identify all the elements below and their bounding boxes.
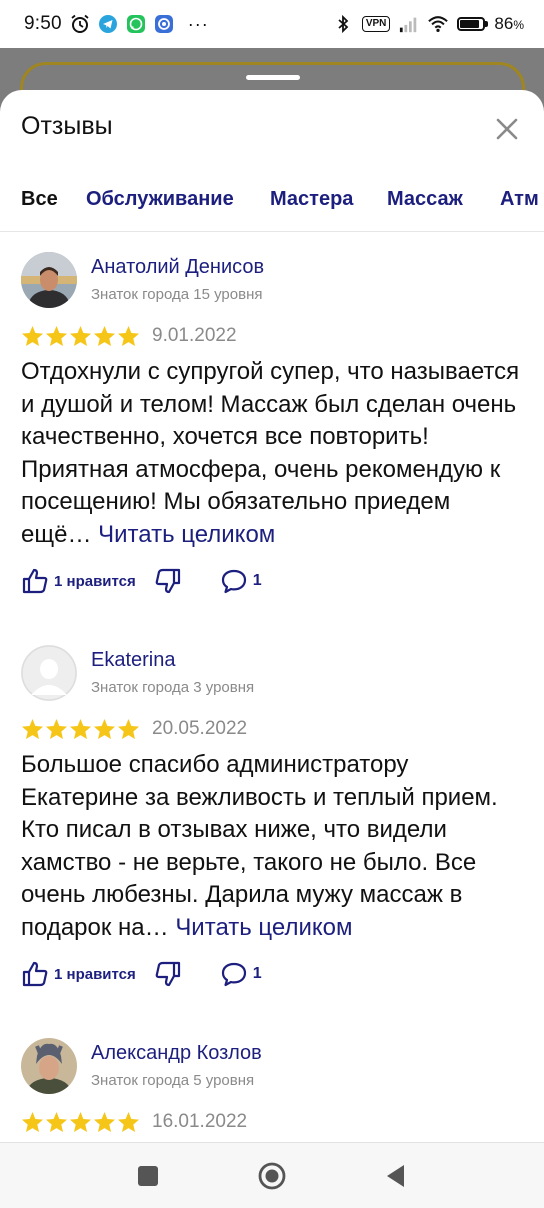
thumbs-down-icon [155, 568, 180, 594]
tab-masters[interactable]: Мастера [270, 188, 353, 211]
comments-button[interactable]: 1 [220, 567, 262, 595]
star-icon [69, 325, 92, 347]
thumbs-up-icon [22, 961, 48, 987]
star-icon [117, 718, 140, 740]
like-count: 1 нравится [54, 572, 136, 590]
thumbs-up-icon [22, 568, 48, 594]
star-icon [45, 325, 68, 347]
tab-massage[interactable]: Массаж [387, 188, 463, 211]
star-rating [21, 325, 140, 347]
sheet-header: Отзывы [0, 90, 544, 166]
read-more-link[interactable]: Читать целиком [175, 914, 352, 941]
more-dots-icon: ··· [187, 13, 209, 34]
status-bar: 9:50 ··· VPN 86% [0, 0, 544, 48]
alarm-icon [71, 14, 89, 33]
reviewer-level: Знаток города 15 уровня [91, 286, 263, 303]
review-date: 16.01.2022 [152, 1111, 248, 1132]
comment-icon [221, 962, 246, 987]
back-triangle-icon[interactable] [380, 1160, 412, 1192]
review-rating: 9.01.2022 [21, 322, 523, 350]
avatar[interactable] [21, 252, 77, 308]
whatsapp-icon [126, 15, 145, 33]
review-header: Александр Козлов Знаток города 5 уровня [21, 1036, 523, 1094]
review-actions: 1 нравится 1 [21, 956, 523, 992]
review-item: Анатолий Денисов Знаток города 15 уровня… [0, 250, 544, 643]
reviewer-level: Знаток города 5 уровня [91, 1072, 255, 1089]
star-icon [117, 1111, 140, 1133]
thumbs-down-icon [155, 961, 180, 987]
bluetooth-icon [338, 14, 349, 34]
star-rating [21, 1111, 140, 1133]
telegram-icon [98, 15, 117, 33]
star-icon [21, 325, 44, 347]
dislike-button[interactable] [154, 567, 182, 595]
star-icon [69, 1111, 92, 1133]
review-rating: 20.05.2022 [21, 715, 523, 743]
star-rating [21, 718, 140, 740]
comment-count: 1 [252, 965, 262, 982]
review-actions: 1 нравится 1 [21, 563, 523, 599]
comment-icon [221, 569, 246, 594]
recents-square-icon[interactable] [132, 1160, 164, 1192]
tab-all[interactable]: Все [21, 188, 58, 211]
tab-atmosphere[interactable]: Атм [500, 188, 539, 211]
star-icon [45, 718, 68, 740]
tab-service[interactable]: Обслуживание [86, 188, 234, 211]
star-icon [117, 325, 140, 347]
reviewer-name[interactable]: Александр Козлов [91, 1042, 262, 1065]
reviewer-name[interactable]: Анатолий Денисов [91, 256, 264, 279]
avatar-placeholder[interactable] [21, 645, 77, 701]
comment-count: 1 [252, 572, 262, 589]
star-icon [69, 718, 92, 740]
review-text: Отдохнули с супругой супер, что называет… [21, 356, 523, 551]
reviews-sheet: Отзывы Все Обслуживание Мастера Массаж А… [0, 90, 544, 1148]
reviewer-name[interactable]: Ekaterina [91, 649, 176, 672]
home-circle-icon[interactable] [256, 1160, 288, 1192]
status-right: VPN 86% [333, 14, 524, 34]
star-icon [93, 1111, 116, 1133]
review-date: 20.05.2022 [152, 718, 248, 739]
comments-button[interactable]: 1 [220, 960, 262, 988]
review-body: Большое спасибо администратору Екатерине… [21, 751, 498, 941]
battery-icon: 86% [457, 14, 524, 34]
star-icon [45, 1111, 68, 1133]
like-button[interactable]: 1 нравится [21, 960, 136, 988]
review-item: Ekaterina Знаток города 3 уровня 20.05.2… [0, 643, 544, 1036]
app-icon [154, 15, 173, 33]
reviewer-level: Знаток города 3 уровня [91, 679, 255, 696]
close-icon[interactable] [490, 112, 524, 146]
read-more-link[interactable]: Читать целиком [98, 521, 275, 548]
review-text: Большое спасибо администратору Екатерине… [21, 749, 523, 944]
review-body: Отдохнули с супругой супер, что называет… [21, 358, 520, 548]
signal-icon [400, 17, 417, 33]
system-nav-bar [0, 1142, 544, 1208]
review-tabs: Все Обслуживание Мастера Массаж Атм [0, 182, 544, 232]
avatar[interactable] [21, 1038, 77, 1094]
battery-percent: 86% [494, 14, 524, 33]
star-icon [21, 1111, 44, 1133]
status-time: 9:50 [24, 13, 62, 34]
review-header: Анатолий Денисов Знаток города 15 уровня [21, 250, 523, 308]
wifi-icon [428, 16, 449, 32]
sheet-drag-handle[interactable] [246, 75, 300, 80]
sheet-title: Отзывы [21, 112, 113, 140]
review-rating: 16.01.2022 [21, 1108, 523, 1136]
vpn-badge: VPN [361, 16, 391, 32]
review-date: 9.01.2022 [152, 325, 237, 346]
star-icon [21, 718, 44, 740]
dislike-button[interactable] [154, 960, 182, 988]
review-item: Александр Козлов Знаток города 5 уровня … [0, 1036, 544, 1136]
status-left: 9:50 ··· [24, 13, 209, 35]
star-icon [93, 718, 116, 740]
like-count: 1 нравится [54, 965, 136, 983]
reviews-list: Анатолий Денисов Знаток города 15 уровня… [0, 250, 544, 1136]
like-button[interactable]: 1 нравится [21, 567, 136, 595]
star-icon [93, 325, 116, 347]
review-header: Ekaterina Знаток города 3 уровня [21, 643, 523, 701]
